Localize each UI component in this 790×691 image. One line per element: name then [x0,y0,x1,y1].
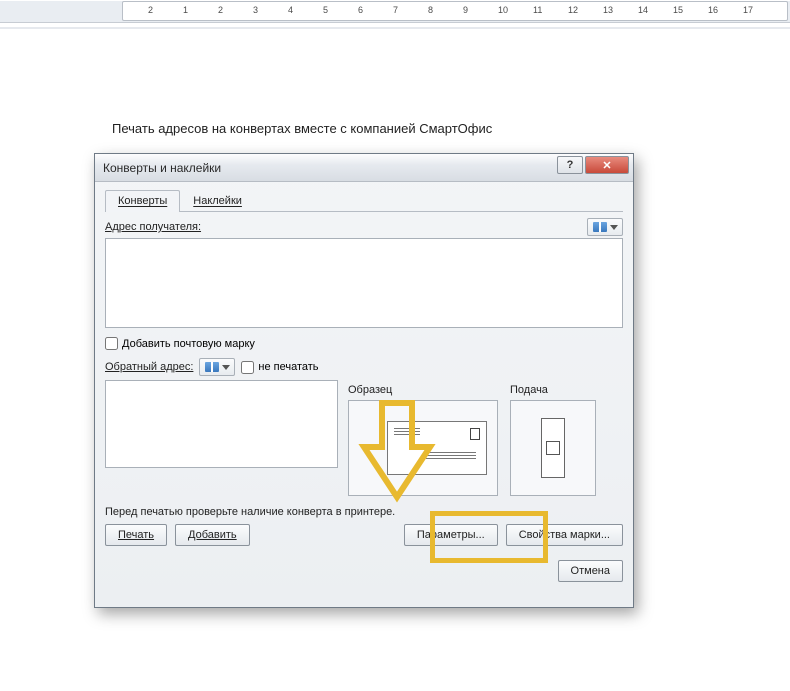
recipient-address-label: Адрес получателя: [105,221,201,233]
feed-preview[interactable] [510,400,596,496]
dialog-titlebar[interactable]: Конверты и наклейки ? ✕ [95,154,633,182]
tab-envelopes-label: Конверты [118,195,167,207]
ruler-number: 2 [218,5,223,15]
horizontal-ruler: 121234567891011121314151617 [122,1,788,21]
add-postage-label: Добавить почтовую марку [122,338,255,350]
chevron-down-icon [222,365,230,370]
sample-label: Образец [348,384,498,396]
options-button[interactable]: Параметры... [404,524,498,546]
ruler-number: 2 [148,5,153,15]
recipient-address-input[interactable] [105,238,623,328]
ruler-number: 1 [183,5,188,15]
ruler-number: 6 [358,5,363,15]
tab-envelopes[interactable]: Конверты [105,190,180,212]
feed-label: Подача [510,384,596,396]
sample-preview[interactable] [348,400,498,496]
tab-strip: Конверты Наклейки [105,190,623,212]
ruler-number: 5 [323,5,328,15]
envelopes-labels-dialog: Конверты и наклейки ? ✕ Конверты Наклейк… [94,153,634,608]
return-address-input[interactable] [105,380,338,468]
cancel-button[interactable]: Отмена [558,560,623,582]
add-button[interactable]: Добавить [175,524,250,546]
ruler-number: 14 [638,5,648,15]
ruler-container: 121234567891011121314151617 [0,1,790,23]
stamp-properties-button[interactable]: Свойства марки... [506,524,623,546]
help-button[interactable]: ? [557,156,583,174]
return-address-book-dropdown[interactable] [199,358,235,376]
address-book-icon [205,362,219,372]
ruler-number: 12 [568,5,578,15]
pre-print-hint: Перед печатью проверьте наличие конверта… [105,506,623,518]
ruler-number: 4 [288,5,293,15]
ruler-number: 7 [393,5,398,15]
close-button[interactable]: ✕ [585,156,629,174]
tab-labels-label: Наклейки [193,195,242,207]
add-postage-row[interactable]: Добавить почтовую марку [105,337,623,350]
no-print-row[interactable]: не печатать [241,361,318,374]
address-book-dropdown[interactable] [587,218,623,236]
print-button[interactable]: Печать [105,524,167,546]
feed-envelope-icon [541,418,565,478]
chevron-down-icon [610,225,618,230]
ruler-number: 11 [533,5,542,15]
tab-labels[interactable]: Наклейки [180,190,255,211]
return-address-label: Обратный адрес: [105,361,193,373]
document-body-text: Печать адресов на конвертах вместе с ком… [112,121,492,136]
ruler-number: 15 [673,5,683,15]
address-book-icon [593,222,607,232]
ruler-number: 13 [603,5,613,15]
ruler-number: 16 [708,5,718,15]
no-print-label: не печатать [258,361,318,373]
ruler-number: 17 [743,5,753,15]
dialog-title: Конверты и наклейки [103,161,221,175]
ruler-number: 8 [428,5,433,15]
dialog-body: Конверты Наклейки Адрес получателя: Доба… [95,182,633,592]
add-postage-checkbox[interactable] [105,337,118,350]
ruler-number: 3 [253,5,258,15]
page-divider [0,27,790,29]
no-print-checkbox[interactable] [241,361,254,374]
ruler-number: 10 [498,5,508,15]
envelope-icon [387,421,487,475]
ruler-number: 9 [463,5,468,15]
